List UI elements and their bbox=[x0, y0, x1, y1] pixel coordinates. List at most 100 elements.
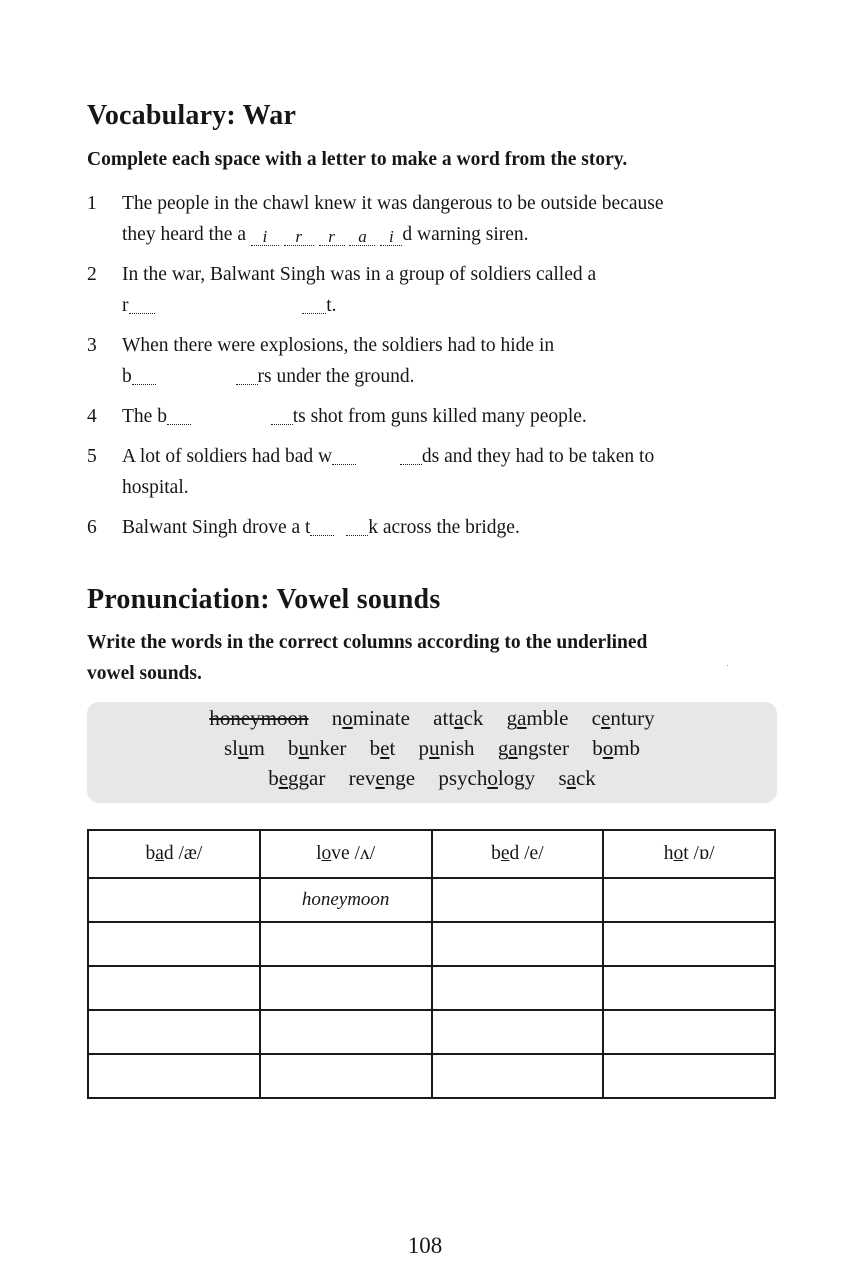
table-row bbox=[87, 921, 776, 967]
word-struck: honeymoon bbox=[209, 706, 309, 730]
word: nominate bbox=[331, 706, 410, 730]
table-cell[interactable] bbox=[87, 1009, 261, 1055]
vocab-items: 1 The people in the chawl knew it was da… bbox=[87, 188, 767, 552]
letter-gap[interactable]: r bbox=[318, 228, 345, 246]
table-cell[interactable] bbox=[258, 1009, 433, 1055]
letter-gap[interactable] bbox=[131, 366, 156, 385]
workbook-page: Vocabulary: War Complete each space with… bbox=[0, 0, 850, 1276]
column-header: bed /e/ bbox=[430, 829, 605, 879]
letter-gap[interactable]: r bbox=[283, 228, 314, 246]
word: gangster bbox=[497, 736, 569, 760]
letter-gap[interactable] bbox=[399, 446, 422, 465]
table-header-row: bad /æ/ love /ʌ/ bed /e/ hot /ɒ/ bbox=[87, 829, 776, 879]
table-cell[interactable] bbox=[602, 1053, 776, 1099]
table-cell[interactable] bbox=[602, 965, 776, 1011]
word: attack bbox=[433, 706, 484, 730]
table-cell[interactable] bbox=[602, 921, 776, 967]
item-number: 4 bbox=[87, 406, 97, 427]
item-text: Balwant Singh drove a t bbox=[122, 517, 311, 538]
table-cell[interactable] bbox=[602, 877, 776, 923]
table-cell[interactable] bbox=[430, 1053, 605, 1099]
word-row-2: slum bunker bet punish gangster bomb bbox=[87, 736, 777, 761]
letter-gap[interactable] bbox=[332, 446, 357, 465]
stray-mark bbox=[727, 665, 728, 666]
column-header: love /ʌ/ bbox=[258, 829, 433, 879]
table-cell[interactable]: honeymoon bbox=[258, 877, 433, 923]
item-text: The people in the chawl knew it was dang… bbox=[122, 193, 664, 214]
table-row: honeymoon bbox=[87, 877, 776, 923]
word: sack bbox=[558, 766, 596, 790]
item-text: d warning siren. bbox=[402, 224, 529, 245]
table-cell[interactable] bbox=[87, 921, 261, 967]
item-text: rs under the ground. bbox=[257, 366, 415, 387]
item-number: 6 bbox=[87, 517, 97, 538]
letter-gap[interactable]: i bbox=[250, 228, 279, 246]
vocab-item-6: 6 Balwant Singh drove a t k across the b… bbox=[87, 512, 767, 543]
word-row-1: honeymoon nominate attack gamble century bbox=[87, 706, 777, 731]
table-cell[interactable] bbox=[87, 965, 261, 1011]
instruction-line: vowel sounds. bbox=[87, 663, 202, 684]
item-text: A lot of soldiers had bad w bbox=[122, 446, 333, 467]
vocab-item-3: 3 When there were explosions, the soldie… bbox=[87, 330, 767, 392]
table-cell[interactable] bbox=[430, 965, 605, 1011]
table-cell[interactable] bbox=[602, 1009, 776, 1055]
letter-gap[interactable]: i bbox=[380, 228, 403, 246]
table-cell[interactable] bbox=[258, 921, 433, 967]
table-row bbox=[87, 965, 776, 1011]
item-text: hospital. bbox=[122, 477, 189, 498]
word: beggar bbox=[268, 766, 326, 790]
letter-gap[interactable] bbox=[128, 295, 155, 314]
item-text: ds and they had to be taken to bbox=[421, 446, 655, 467]
item-number: 2 bbox=[87, 264, 97, 285]
word: bomb bbox=[592, 736, 641, 760]
vocab-item-4: 4 The b ts shot from guns killed many pe… bbox=[87, 401, 767, 432]
item-text: The b bbox=[122, 406, 167, 427]
word: punish bbox=[418, 736, 475, 760]
item-number: 5 bbox=[87, 446, 97, 467]
letter-gap[interactable] bbox=[302, 295, 327, 314]
column-header: hot /ɒ/ bbox=[602, 829, 776, 879]
table-cell[interactable] bbox=[258, 965, 433, 1011]
word: slum bbox=[223, 736, 265, 760]
table-row bbox=[87, 1009, 776, 1055]
word: gamble bbox=[506, 706, 569, 730]
table-cell[interactable] bbox=[430, 921, 605, 967]
word: bet bbox=[369, 736, 396, 760]
vocab-title: Vocabulary: War bbox=[87, 100, 297, 131]
item-text: When there were explosions, the soldiers… bbox=[122, 335, 555, 356]
vocab-instruction: Complete each space with a letter to mak… bbox=[87, 149, 628, 170]
word-bank: honeymoon nominate attack gamble century… bbox=[87, 702, 777, 803]
item-text: they heard the a bbox=[122, 224, 246, 245]
word: psychology bbox=[438, 766, 536, 790]
word: bunker bbox=[288, 736, 347, 760]
item-text: ts shot from guns killed many people. bbox=[292, 406, 587, 427]
item-number: 3 bbox=[87, 335, 97, 356]
table-cell[interactable] bbox=[87, 1053, 261, 1099]
table-cell[interactable] bbox=[430, 877, 605, 923]
letter-gap[interactable] bbox=[235, 366, 258, 385]
vowel-sound-table: bad /æ/ love /ʌ/ bed /e/ hot /ɒ/ honeymo… bbox=[87, 829, 776, 1099]
word-row-3: beggar revenge psychology sack bbox=[87, 766, 777, 791]
table-cell[interactable] bbox=[87, 877, 261, 923]
letter-gap[interactable] bbox=[166, 406, 191, 425]
item-text: b bbox=[122, 366, 132, 387]
pron-instruction: Write the words in the correct columns a… bbox=[87, 627, 647, 689]
vocab-item-2: 2 In the war, Balwant Singh was in a gro… bbox=[87, 259, 767, 321]
word: revenge bbox=[348, 766, 416, 790]
letter-gap[interactable]: a bbox=[349, 228, 376, 246]
letter-gap[interactable] bbox=[346, 517, 369, 536]
item-text: t. bbox=[326, 295, 337, 316]
item-number: 1 bbox=[87, 193, 97, 214]
vocab-item-1: 1 The people in the chawl knew it was da… bbox=[87, 188, 767, 250]
word: century bbox=[591, 706, 655, 730]
table-cell[interactable] bbox=[430, 1009, 605, 1055]
vocab-item-5: 5 A lot of soldiers had bad w ds and the… bbox=[87, 441, 767, 503]
letter-gap[interactable] bbox=[310, 517, 335, 536]
instruction-line: Write the words in the correct columns a… bbox=[87, 632, 648, 653]
page-number: 108 bbox=[407, 1233, 443, 1258]
letter-gap[interactable] bbox=[270, 406, 293, 425]
item-text: In the war, Balwant Singh was in a group… bbox=[122, 264, 597, 285]
item-text: k across the bridge. bbox=[368, 517, 520, 538]
table-cell[interactable] bbox=[258, 1053, 433, 1099]
pron-title: Pronunciation: Vowel sounds bbox=[87, 584, 441, 615]
